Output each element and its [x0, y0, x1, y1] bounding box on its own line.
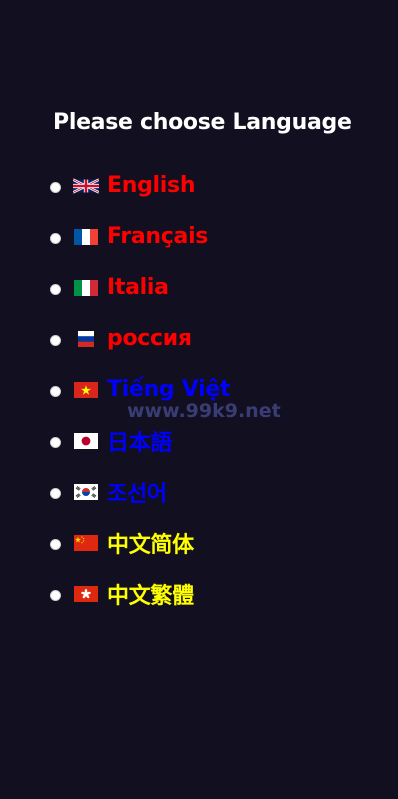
korea-flag-icon	[73, 483, 99, 500]
hongkong-flag-icon	[73, 585, 99, 602]
russia-flag-icon	[73, 330, 99, 347]
language-option-russian[interactable]: россия	[50, 313, 380, 364]
language-option-vietnamese[interactable]: Tiếng Việt	[50, 364, 380, 415]
radio-button[interactable]	[50, 590, 61, 601]
language-option-korean[interactable]: 조선어	[50, 466, 380, 517]
language-label: 中文简体	[107, 532, 194, 558]
language-list: English Français Italia россия Tiếng Việ…	[50, 160, 380, 619]
language-label: 日本語	[107, 430, 173, 456]
language-option-chinese-traditional[interactable]: 中文繁體	[50, 568, 380, 619]
radio-button[interactable]	[50, 437, 61, 448]
radio-button[interactable]	[50, 284, 61, 295]
france-flag-icon	[73, 228, 99, 245]
language-label: 中文繁體	[107, 583, 194, 609]
language-label: Français	[107, 224, 209, 249]
language-option-french[interactable]: Français	[50, 211, 380, 262]
language-option-japanese[interactable]: 日本語	[50, 415, 380, 466]
language-label: россия	[107, 326, 192, 351]
language-option-chinese-simplified[interactable]: 中文简体	[50, 517, 380, 568]
italy-flag-icon	[73, 279, 99, 296]
radio-button[interactable]	[50, 386, 61, 397]
language-option-english[interactable]: English	[50, 160, 380, 211]
language-label: Italia	[107, 275, 169, 300]
japan-flag-icon	[73, 432, 99, 449]
china-flag-icon	[73, 534, 99, 551]
language-label: Tiếng Việt	[107, 377, 231, 402]
page-title: Please choose Language	[53, 110, 352, 135]
radio-button[interactable]	[50, 233, 61, 244]
language-label: English	[107, 173, 196, 198]
language-select-page: Please choose Language English Français …	[0, 0, 398, 799]
uk-flag-icon	[73, 177, 99, 194]
vietnam-flag-icon	[73, 381, 99, 398]
radio-button[interactable]	[50, 539, 61, 550]
radio-button[interactable]	[50, 335, 61, 346]
language-label: 조선어	[107, 481, 167, 507]
radio-button[interactable]	[50, 488, 61, 499]
radio-button[interactable]	[50, 182, 61, 193]
language-option-italian[interactable]: Italia	[50, 262, 380, 313]
